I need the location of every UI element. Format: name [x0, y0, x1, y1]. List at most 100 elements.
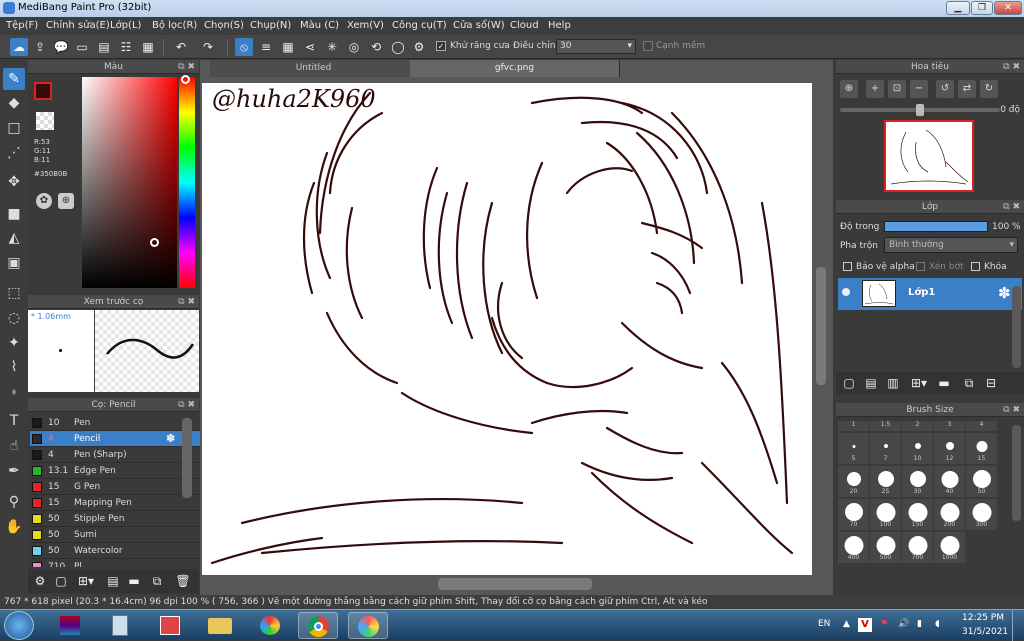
start-button[interactable]: [4, 611, 34, 640]
drawing-canvas[interactable]: @huha2K960: [202, 83, 812, 575]
layer-folder-icon[interactable]: ▬: [935, 374, 953, 392]
brush-size-cell[interactable]: 100: [870, 499, 901, 530]
brush-size-header[interactable]: 3: [934, 421, 965, 431]
menu-color[interactable]: Màu (C): [300, 20, 339, 31]
trash-icon[interactable]: 🗑: [174, 572, 192, 590]
comment-icon[interactable]: 💬: [52, 38, 70, 56]
clipping-checkbox[interactable]: [916, 262, 925, 271]
color-add-icon[interactable]: ⊕: [58, 193, 74, 209]
eye-icon[interactable]: [842, 288, 850, 296]
clock-time[interactable]: 12:25 PM: [962, 613, 1004, 623]
bucket-tool-icon[interactable]: ◭: [3, 227, 25, 249]
fill-rect-tool-icon[interactable]: ■: [3, 203, 25, 225]
brush-list-item[interactable]: 15 G Pen: [30, 479, 206, 495]
network-app-icon[interactable]: [150, 612, 190, 639]
copy-icon[interactable]: ⧉: [148, 572, 166, 590]
brush-list-item[interactable]: 13.1 Edge Pen: [30, 463, 206, 479]
chrome-icon[interactable]: [298, 612, 338, 639]
text-tool-icon[interactable]: T: [3, 410, 25, 432]
brush-size-cell[interactable]: 500: [870, 532, 901, 563]
close-button[interactable]: ✕: [994, 1, 1022, 15]
message-icon[interactable]: ▭: [73, 38, 91, 56]
panel-buttons[interactable]: ⧉ ✖: [178, 60, 195, 74]
hue-slider[interactable]: [179, 75, 195, 288]
rotate-left-icon[interactable]: ↺: [936, 80, 954, 98]
brush-tool-icon[interactable]: ✎: [3, 68, 25, 90]
panel-buttons[interactable]: ⧉ ✖: [178, 295, 195, 309]
brush-size-scrollbar[interactable]: [1012, 425, 1021, 521]
select-eraser-icon[interactable]: ⬫: [3, 381, 25, 403]
brush-list-scrollbar[interactable]: [182, 418, 192, 498]
menu-help[interactable]: Help: [548, 20, 571, 31]
menu-tools[interactable]: Công cụ(T): [392, 20, 447, 31]
brush-size-cell[interactable]: 700: [902, 532, 933, 563]
cloud-icon[interactable]: ☁: [10, 38, 28, 56]
menu-select[interactable]: Chọn(S): [204, 20, 244, 31]
brush-property-icon[interactable]: ▤: [104, 572, 122, 590]
add-brush-icon[interactable]: ⊞▾: [73, 572, 99, 590]
brush-size-cell[interactable]: 200: [934, 499, 965, 530]
move-tool-icon[interactable]: ✥: [3, 171, 25, 193]
brush-list-item[interactable]: 4 Pen (Sharp): [30, 447, 206, 463]
menu-cloud[interactable]: Cloud: [510, 20, 539, 31]
brush-size-header[interactable]: 1.5: [870, 421, 901, 431]
divide-tool-icon[interactable]: ✒: [3, 460, 25, 482]
show-desktop-button[interactable]: [1012, 610, 1024, 641]
calculator-icon[interactable]: [100, 612, 140, 639]
new-8bit-layer-icon[interactable]: ▥: [884, 374, 902, 392]
gradient-tool-icon[interactable]: ▣: [3, 252, 25, 274]
brush-size-cell[interactable]: 300: [966, 499, 997, 530]
clock-date[interactable]: 31/5/2021: [962, 627, 1008, 637]
antivirus-icon[interactable]: V: [858, 618, 872, 632]
curve-snap-icon[interactable]: ⟲: [367, 38, 385, 56]
hue-slider-handle[interactable]: [181, 75, 190, 84]
ellipse-snap-icon[interactable]: ◯: [389, 38, 407, 56]
brush-list-item[interactable]: 4 Pencil ✽: [30, 431, 206, 447]
grid-icon[interactable]: ▦: [139, 38, 157, 56]
new-layer-icon[interactable]: ▢: [840, 374, 858, 392]
brush-size-header[interactable]: 4: [966, 421, 997, 431]
menu-layer[interactable]: Lớp(L): [110, 20, 141, 31]
lock-checkbox[interactable]: [971, 262, 980, 271]
flip-icon[interactable]: ⇄: [958, 80, 976, 98]
layer-scrollbar[interactable]: [1012, 286, 1021, 368]
layer-row[interactable]: Lớp1 ✽: [838, 278, 1022, 310]
perspective-snap-icon[interactable]: ⋖: [301, 38, 319, 56]
antialias-checkbox[interactable]: ✓: [436, 41, 446, 51]
dot-tool-icon[interactable]: ⋰: [3, 142, 25, 164]
parallel-snap-icon[interactable]: ≡: [257, 38, 275, 56]
menu-view[interactable]: Xem(V): [347, 20, 384, 31]
brush-size-cell[interactable]: 12: [934, 433, 965, 464]
snap-off-icon[interactable]: ⦸: [235, 38, 253, 56]
add-layer-menu-icon[interactable]: ⊞▾: [906, 374, 932, 392]
adjust-dropdown[interactable]: 30 ▾: [556, 39, 636, 54]
brush-size-cell[interactable]: 25: [870, 466, 901, 497]
new-brush-icon[interactable]: ▢: [52, 572, 70, 590]
brush-size-cell[interactable]: 20: [838, 466, 869, 497]
rotation-slider-handle[interactable]: [916, 104, 924, 116]
lasso-icon[interactable]: ◌: [3, 307, 25, 329]
zoom-fit-icon[interactable]: ⊕: [840, 80, 858, 98]
brush-size-cell[interactable]: 40: [934, 466, 965, 497]
document-icon[interactable]: ▤: [95, 38, 113, 56]
eyedropper-icon[interactable]: ⚲: [3, 491, 25, 513]
alert-icon[interactable]: ⚑: [880, 619, 888, 629]
menu-edit[interactable]: Chỉnh sửa(E): [46, 20, 110, 31]
brush-size-cell[interactable]: 400: [838, 532, 869, 563]
menu-window[interactable]: Cửa sổ(W): [453, 20, 505, 31]
redo-icon[interactable]: ↷: [199, 38, 217, 56]
fit-screen-icon[interactable]: ⊡: [888, 80, 906, 98]
brush-size-cell[interactable]: 15: [966, 433, 997, 464]
shape-tool-icon[interactable]: □: [3, 117, 25, 139]
color-sv-picker[interactable]: [82, 77, 177, 288]
tab-gfvc[interactable]: gfvc.png: [410, 60, 620, 77]
soft-edge-checkbox[interactable]: [643, 41, 653, 51]
canvas-horizontal-scrollbar[interactable]: [438, 578, 592, 590]
medibang-icon[interactable]: [348, 612, 388, 639]
brush-list-item[interactable]: 710 Pl: [30, 559, 206, 567]
brush-size-cell[interactable]: 150: [902, 499, 933, 530]
brush-size-cell[interactable]: 30: [902, 466, 933, 497]
brush-size-cell[interactable]: 10: [902, 433, 933, 464]
brush-size-cell[interactable]: 70: [838, 499, 869, 530]
brush-size-cell[interactable]: 1000: [934, 532, 965, 563]
